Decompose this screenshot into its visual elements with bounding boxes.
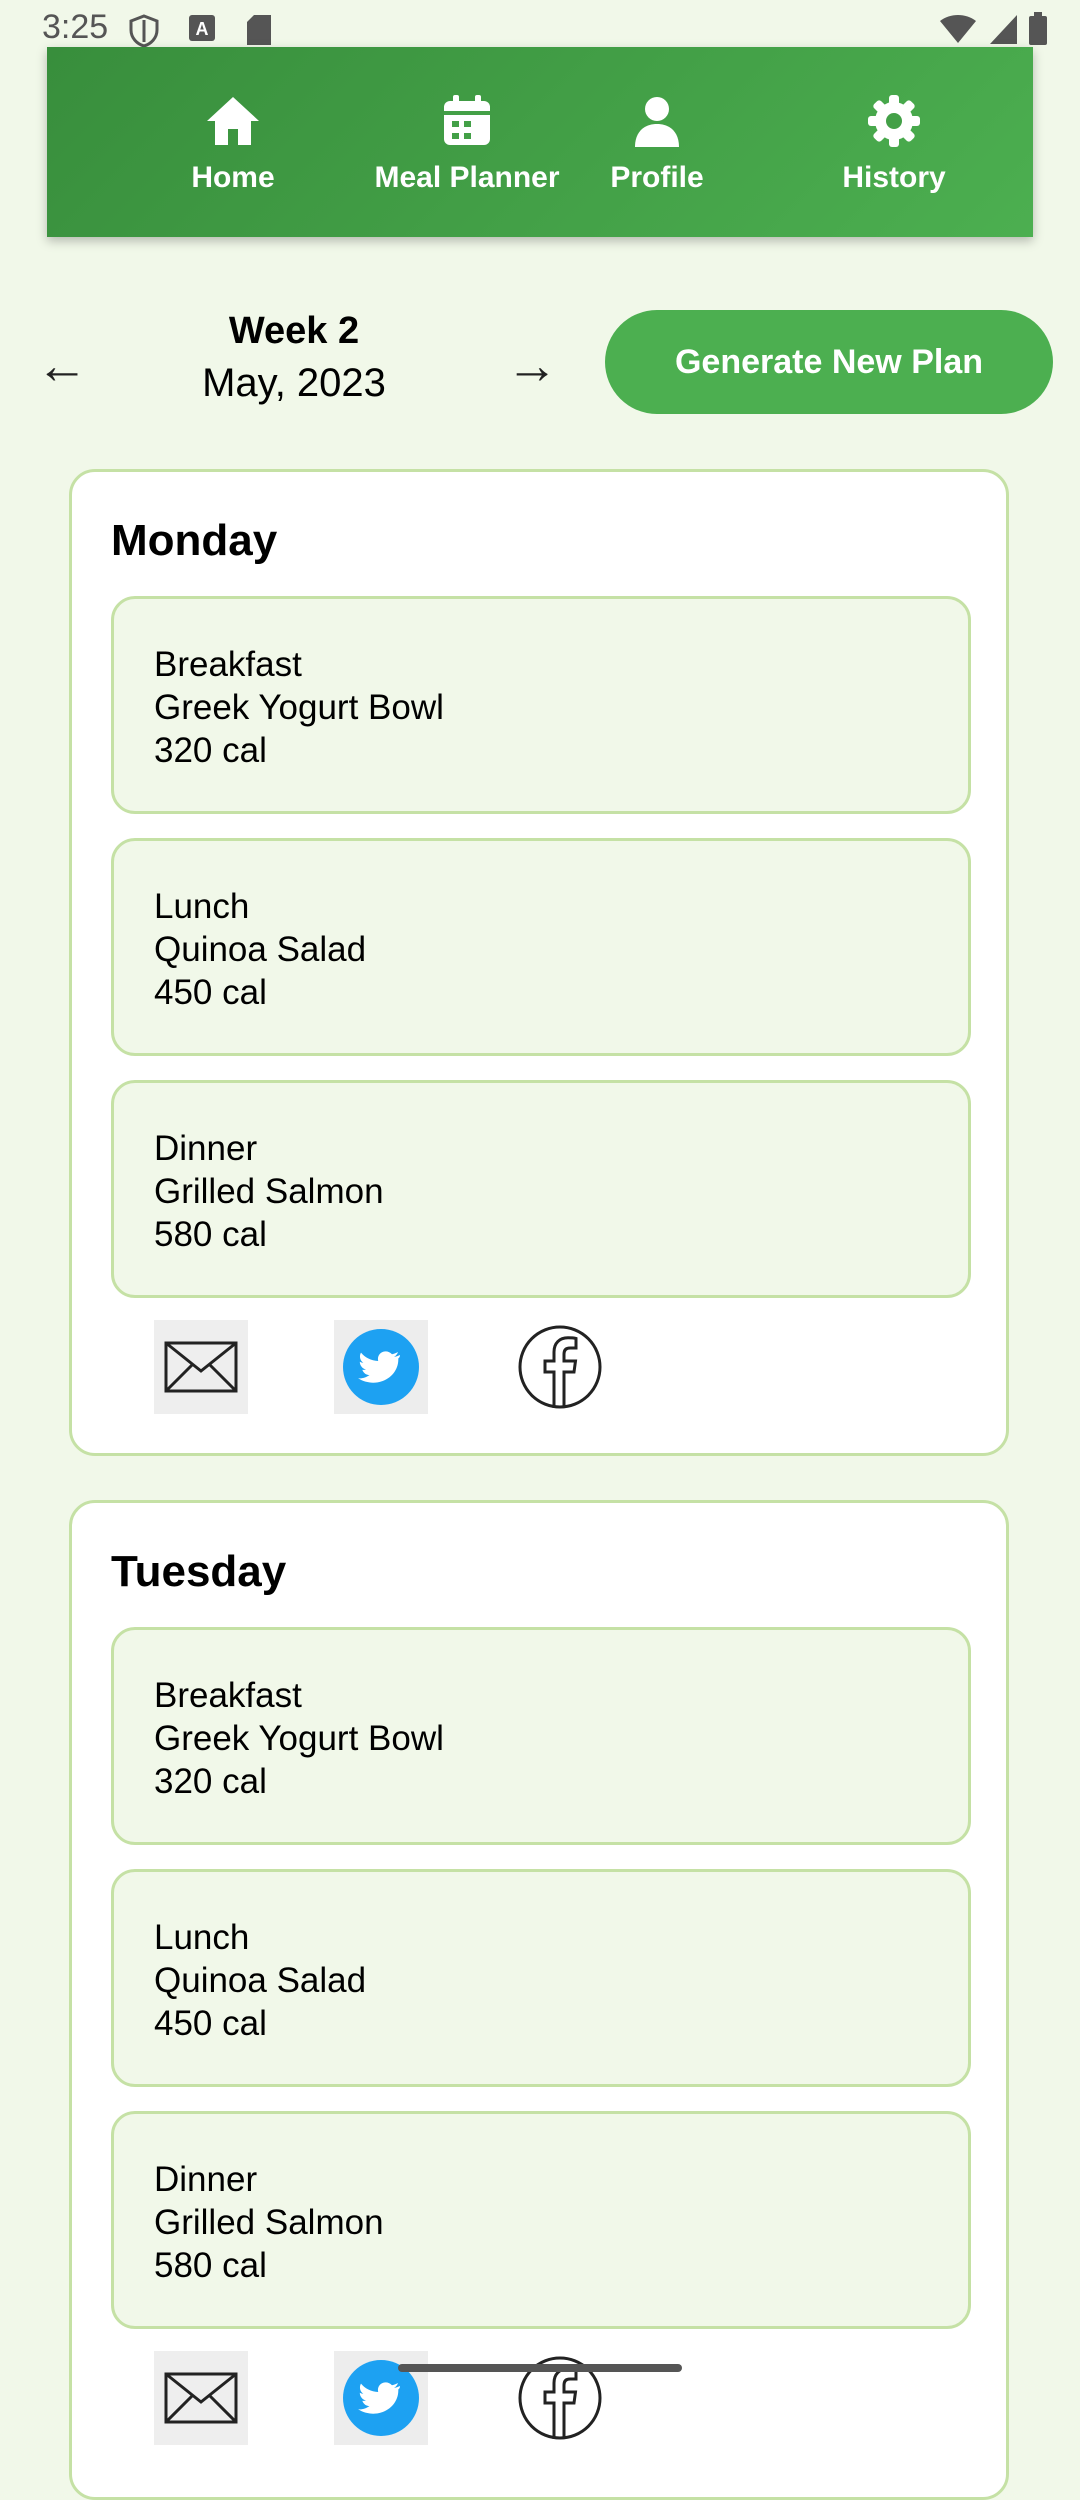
share-facebook-button[interactable] <box>513 1320 607 1414</box>
meal-dish: Quinoa Salad <box>154 930 367 969</box>
signal-icon <box>990 15 1017 44</box>
meal-card-breakfast[interactable]: Breakfast Greek Yogurt Bowl 320 cal <box>111 596 971 814</box>
nav-item-label: Profile <box>610 161 704 194</box>
prev-week-button[interactable]: ← <box>36 340 88 392</box>
meal-calories: 450 cal <box>154 2004 267 2043</box>
nav-item-profile[interactable]: Profile <box>537 91 777 201</box>
meal-dish: Grilled Salmon <box>154 1172 384 1211</box>
home-icon <box>207 97 259 145</box>
generate-new-plan-button[interactable]: Generate New Plan <box>605 310 1053 414</box>
meal-type: Lunch <box>154 1918 250 1957</box>
day-title: Monday <box>111 516 278 565</box>
meal-calories: 320 cal <box>154 1762 267 1801</box>
status-icons-right <box>938 12 1048 46</box>
share-email-button[interactable] <box>154 1320 248 1414</box>
meal-type: Breakfast <box>154 645 302 684</box>
meal-calories: 580 cal <box>154 1215 267 1254</box>
meal-card-lunch[interactable]: Lunch Quinoa Salad 450 cal <box>111 1869 971 2087</box>
shield-icon <box>129 14 159 48</box>
meal-dish: Greek Yogurt Bowl <box>154 1719 444 1758</box>
day-card-tuesday: Tuesday Breakfast Greek Yogurt Bowl 320 … <box>69 1500 1009 2500</box>
calendar-icon <box>444 95 490 145</box>
nav-item-home[interactable]: Home <box>113 91 353 201</box>
share-email-button[interactable] <box>154 2351 248 2445</box>
next-week-button[interactable]: → <box>506 340 558 392</box>
meal-dish: Grilled Salmon <box>154 2203 384 2242</box>
week-month: May, 2023 <box>202 361 386 405</box>
meal-card-lunch[interactable]: Lunch Quinoa Salad 450 cal <box>111 838 971 1056</box>
week-title: Week 2 <box>228 310 360 352</box>
share-twitter-button[interactable] <box>334 1320 428 1414</box>
meal-card-breakfast[interactable]: Breakfast Greek Yogurt Bowl 320 cal <box>111 1627 971 1845</box>
email-icon <box>164 1341 238 1393</box>
meal-type: Dinner <box>154 1129 258 1168</box>
meal-card-dinner[interactable]: Dinner Grilled Salmon 580 cal <box>111 2111 971 2329</box>
day-title: Tuesday <box>111 1547 287 1596</box>
email-icon <box>164 2372 238 2424</box>
meal-calories: 450 cal <box>154 973 267 1012</box>
wifi-icon <box>940 15 976 43</box>
week-header: Week 2 May, 2023 <box>148 310 440 406</box>
nav-item-label: History <box>842 161 946 194</box>
facebook-icon <box>518 1325 602 1409</box>
keyboard-a-icon: A <box>189 15 215 41</box>
meal-calories: 580 cal <box>154 2246 267 2285</box>
meal-calories: 320 cal <box>154 731 267 770</box>
meal-card-dinner[interactable]: Dinner Grilled Salmon 580 cal <box>111 1080 971 1298</box>
day-card-monday: Monday Breakfast Greek Yogurt Bowl 320 c… <box>69 469 1009 1456</box>
meal-type: Dinner <box>154 2160 258 2199</box>
top-nav: Home Meal Planner Profile History <box>47 47 1033 237</box>
nav-item-label: Meal Planner <box>374 161 560 194</box>
twitter-icon <box>343 1329 419 1405</box>
person-icon <box>635 97 679 147</box>
meal-dish: Greek Yogurt Bowl <box>154 688 444 727</box>
meal-dish: Quinoa Salad <box>154 1961 367 2000</box>
battery-icon <box>1029 12 1047 45</box>
nav-item-label: Home <box>191 161 275 194</box>
meal-type: Lunch <box>154 887 250 926</box>
gear-icon <box>868 95 920 147</box>
nav-item-history[interactable]: History <box>774 91 1014 201</box>
status-time: 3:25 <box>42 8 109 46</box>
svg-text:A: A <box>196 19 209 39</box>
meal-type: Breakfast <box>154 1676 302 1715</box>
home-indicator[interactable] <box>398 2364 682 2372</box>
sd-card-icon <box>247 15 271 45</box>
